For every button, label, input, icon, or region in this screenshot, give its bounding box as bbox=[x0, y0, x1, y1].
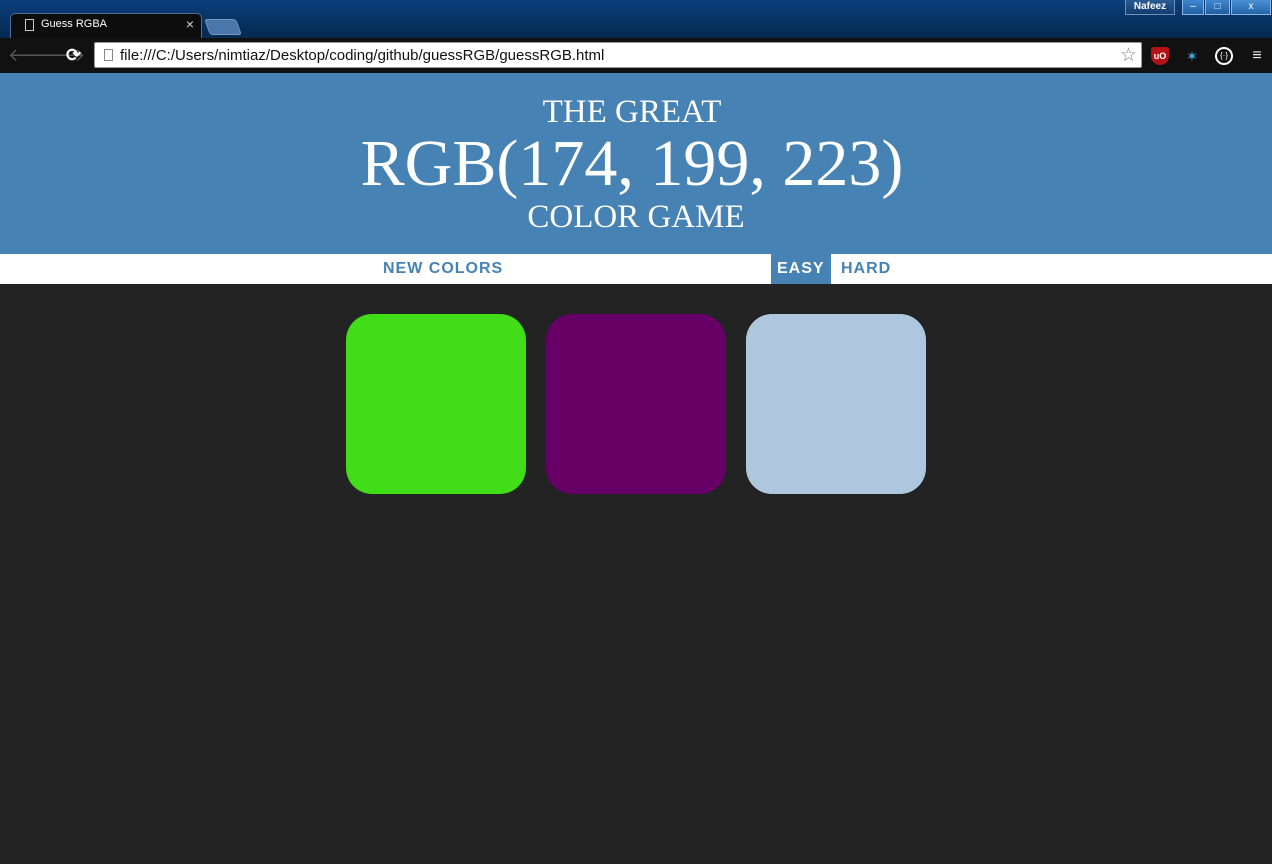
tab-close-icon[interactable]: × bbox=[186, 16, 194, 32]
page-icon bbox=[25, 19, 34, 31]
new-tab-button[interactable] bbox=[204, 19, 242, 35]
header-line-1: THE GREAT bbox=[542, 94, 722, 130]
color-square[interactable] bbox=[746, 314, 926, 494]
extension-icon[interactable]: ✶ bbox=[1183, 47, 1201, 65]
browser-tab[interactable]: Guess RGBA × bbox=[10, 13, 202, 38]
address-bar[interactable]: file:///C:/Users/nimtiaz/Desktop/coding/… bbox=[94, 42, 1142, 68]
color-square[interactable] bbox=[346, 314, 526, 494]
close-window-button[interactable]: x bbox=[1231, 0, 1271, 15]
tab-title: Guess RGBA bbox=[41, 18, 108, 30]
color-display: RGB(174, 199, 223) bbox=[360, 127, 904, 200]
easy-mode-button[interactable]: EASY bbox=[771, 254, 831, 284]
color-square[interactable] bbox=[546, 314, 726, 494]
page-icon bbox=[104, 49, 113, 61]
header-line-3: COLOR GAME bbox=[527, 199, 745, 235]
minimize-button[interactable]: ‒ bbox=[1182, 0, 1204, 15]
ublock-extension-icon[interactable]: uO bbox=[1151, 47, 1169, 65]
window-titlebar: Guess RGBA × Nafeez ‒ □ x bbox=[0, 0, 1272, 38]
browser-toolbar: 🡐 🡒 ⟳ file:///C:/Users/nimtiaz/Desktop/c… bbox=[0, 38, 1272, 73]
reload-icon[interactable]: ⟳ bbox=[66, 45, 81, 65]
new-colors-button[interactable]: NEW COLORS bbox=[377, 254, 509, 284]
extension-braces-icon[interactable]: {·} bbox=[1215, 47, 1233, 65]
hard-mode-button[interactable]: HARD bbox=[835, 254, 897, 284]
browser-menu-icon[interactable]: ≡ bbox=[1248, 47, 1266, 65]
message-display bbox=[550, 254, 562, 284]
bookmark-star-icon[interactable]: ☆ bbox=[1120, 44, 1137, 67]
profile-button[interactable]: Nafeez bbox=[1125, 0, 1175, 15]
game-header: THE GREAT RGB(174, 199, 223) COLOR GAME bbox=[0, 73, 1272, 254]
maximize-button[interactable]: □ bbox=[1205, 0, 1230, 15]
controls-stripe: NEW COLORS EASY HARD bbox=[0, 254, 1272, 284]
url-text[interactable]: file:///C:/Users/nimtiaz/Desktop/coding/… bbox=[120, 47, 604, 64]
